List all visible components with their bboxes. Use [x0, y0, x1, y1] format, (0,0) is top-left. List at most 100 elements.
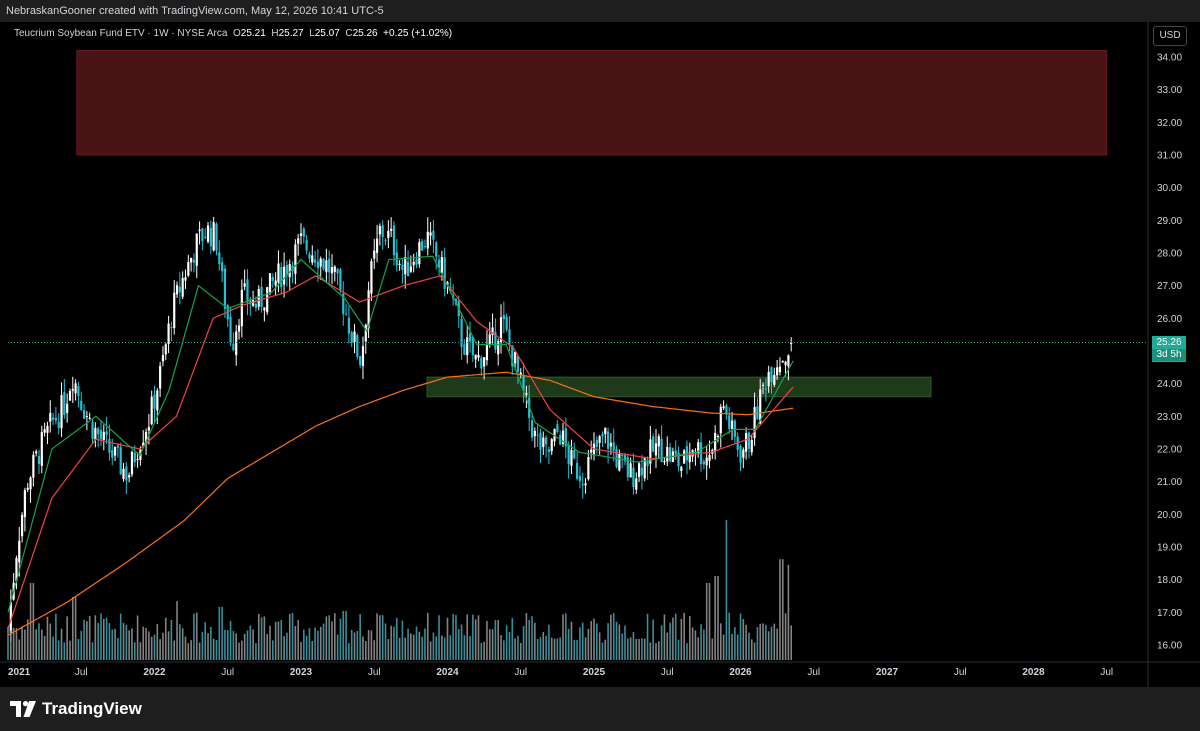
candle-body	[375, 238, 379, 253]
volume-bar	[241, 640, 243, 660]
volume-bar	[108, 623, 111, 660]
candle-body	[632, 467, 635, 488]
y-tick-label: 18.00	[1157, 575, 1182, 586]
volume-bar	[412, 634, 415, 660]
volume-bar	[565, 613, 567, 660]
candle-body	[423, 246, 427, 248]
candle-body	[80, 400, 83, 410]
y-tick-label: 29.00	[1157, 216, 1182, 227]
candle-body	[412, 261, 415, 266]
candle-body	[708, 455, 711, 462]
volume-bar	[426, 613, 429, 660]
volume-bar	[736, 634, 739, 660]
candle-body	[336, 268, 339, 274]
volume-bar	[255, 643, 257, 660]
volume-bar	[781, 559, 784, 660]
candle-body	[750, 439, 753, 453]
candle-body	[229, 316, 232, 344]
x-tick-label: 2027	[876, 667, 899, 678]
candle-body	[573, 450, 576, 459]
volume-bar	[669, 622, 671, 660]
volume-bar	[283, 636, 285, 660]
candle-body	[108, 438, 111, 453]
candle-body	[74, 383, 77, 394]
chart-frame[interactable]: 34.00 33.00 32.00 31.00 30.00 29.00 28.00 27.00…	[0, 22, 1200, 687]
volume-bar	[734, 627, 736, 660]
volume-bar	[263, 616, 266, 660]
volume-bar	[317, 630, 319, 660]
volume-bar	[345, 611, 347, 660]
volume-bar	[432, 632, 435, 660]
candle-body	[266, 287, 269, 313]
volume-bar	[269, 625, 271, 660]
candlestick-chart[interactable]: 34.00 33.00 32.00 31.00 30.00 29.00 28.00 27.00…	[0, 22, 1200, 687]
volume-bar	[739, 613, 742, 660]
candle-body	[23, 490, 27, 518]
candle-body	[20, 514, 24, 537]
volume-bar	[686, 643, 688, 660]
volume-bar	[477, 615, 480, 660]
volume-bar	[173, 640, 176, 660]
volume-bar	[88, 616, 91, 660]
volume-bar	[305, 635, 308, 660]
volume-bar	[627, 638, 629, 660]
y-tick-label: 21.00	[1157, 477, 1182, 488]
candle-body	[640, 467, 643, 476]
candle-body	[621, 454, 624, 456]
candle-body	[767, 371, 770, 387]
volume-bar	[66, 616, 68, 660]
candle-body	[440, 257, 443, 273]
y-tick-label: 28.00	[1157, 249, 1182, 260]
candle-body	[609, 442, 613, 447]
volume-bar	[111, 629, 114, 660]
volume-bar	[612, 613, 615, 660]
candle-body	[32, 454, 35, 478]
volume-bar	[691, 627, 694, 660]
candle-body	[787, 355, 790, 367]
volume-bar	[334, 613, 336, 660]
volume-bar	[401, 620, 404, 660]
volume-bar	[410, 633, 412, 660]
support-zone	[426, 376, 932, 398]
volume-bar	[629, 637, 632, 660]
x-tick-label: 2026	[729, 667, 752, 678]
volume-bar	[548, 624, 550, 660]
candle-body	[190, 257, 193, 263]
candle-body	[192, 259, 196, 263]
candle-body	[49, 412, 52, 422]
tradingview-logo[interactable]: TradingView	[10, 699, 142, 719]
volume-bar	[539, 637, 542, 660]
volume-bar	[610, 614, 612, 660]
volume-bar	[150, 636, 153, 660]
candle-body	[60, 395, 63, 429]
volume-bar	[266, 634, 268, 660]
volume-bar	[584, 637, 587, 660]
volume-bar	[235, 633, 238, 660]
candle-body	[240, 289, 243, 327]
candle-body	[212, 222, 215, 251]
close-label: C	[345, 28, 353, 39]
volume-bar	[421, 636, 423, 660]
candle-body	[297, 238, 300, 244]
volume-bar	[29, 583, 32, 660]
candle-body	[325, 260, 328, 273]
x-tick-label: 2028	[1022, 667, 1045, 678]
candle-body	[404, 257, 407, 275]
volume-bar	[122, 622, 125, 660]
candle-body	[539, 432, 542, 450]
volume-bar	[460, 624, 463, 660]
candle-body	[136, 459, 139, 461]
currency-button[interactable]: USD	[1153, 26, 1187, 46]
volume-bar	[688, 616, 691, 660]
volume-bar	[579, 627, 581, 660]
volume-bar	[601, 642, 604, 660]
candle-body	[71, 388, 74, 391]
volume-bar	[10, 630, 12, 660]
volume-bar	[714, 576, 716, 660]
candle-body	[415, 259, 418, 265]
candle-body	[373, 250, 376, 259]
volume-bar	[466, 614, 469, 660]
candle-body	[282, 266, 286, 285]
volume-bar	[528, 620, 531, 660]
volume-bar	[497, 619, 500, 660]
